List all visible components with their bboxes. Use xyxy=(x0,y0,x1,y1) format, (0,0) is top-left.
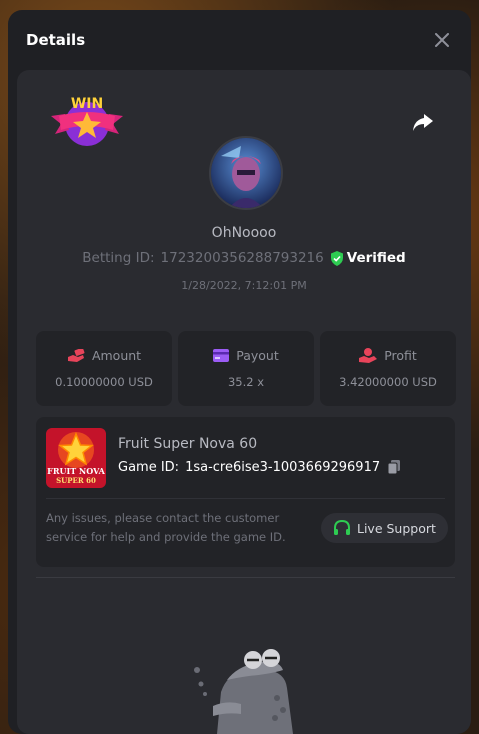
win-badge-text: WIN xyxy=(71,96,103,112)
game-id-label: Game ID: xyxy=(118,459,180,475)
shield-check-icon xyxy=(330,250,343,266)
betting-id-value: 1723200356288793216 xyxy=(160,250,324,266)
stat-card-profit: Profit 3.42000000 USD xyxy=(320,331,456,406)
avatar xyxy=(209,136,283,210)
stat-label: Payout xyxy=(236,348,279,363)
crocodile-mascot-icon xyxy=(194,649,293,734)
copy-button[interactable] xyxy=(386,459,402,475)
stat-card-payout: Payout 35.2 x xyxy=(178,331,314,406)
divider xyxy=(36,577,455,578)
game-id-value: 1sa-cre6ise3-1003669296917 xyxy=(185,459,381,475)
game-id-row: Game ID: 1sa-cre6ise3-1003669296917 xyxy=(118,459,402,475)
stat-label: Profit xyxy=(384,348,417,363)
live-support-label: Live Support xyxy=(357,520,436,536)
money-hand-icon xyxy=(67,348,85,362)
close-button[interactable] xyxy=(431,29,453,51)
stat-value: 0.10000000 USD xyxy=(55,375,153,389)
live-support-button[interactable]: Live Support xyxy=(321,513,448,543)
bet-details-panel: WIN OhNoooo Betting ID: 1723200356288793… xyxy=(17,70,471,734)
username: OhNoooo xyxy=(211,225,277,241)
verified-label: Verified xyxy=(346,250,406,266)
thumb-title-line2: SUPER 60 xyxy=(56,476,96,485)
game-name[interactable]: Fruit Super Nova 60 xyxy=(118,436,257,452)
stat-label: Amount xyxy=(91,348,142,363)
coin-hand-icon xyxy=(359,348,378,363)
game-card: FRUIT NOVA SUPER 60 Fruit Super Nova 60 … xyxy=(36,417,455,567)
details-modal: Details WIN OhNoooo Betting ID: 17232003… xyxy=(8,10,471,734)
win-badge-icon: WIN xyxy=(51,96,123,146)
share-icon[interactable] xyxy=(411,110,435,134)
stat-card-amount: Amount 0.10000000 USD xyxy=(36,331,172,406)
bet-timestamp: 1/28/2022, 7:12:01 PM xyxy=(181,279,307,292)
thumb-title-line1: FRUIT NOVA xyxy=(47,466,106,476)
stat-value: 35.2 x xyxy=(227,375,265,389)
copy-icon xyxy=(387,460,401,475)
headset-icon xyxy=(334,519,350,535)
card-icon xyxy=(213,349,230,362)
stat-value: 3.42000000 USD xyxy=(339,375,437,389)
close-icon xyxy=(435,33,449,47)
game-thumbnail[interactable]: FRUIT NOVA SUPER 60 xyxy=(46,428,106,488)
help-text: Any issues, please contact the customer … xyxy=(46,511,286,544)
modal-title: Details xyxy=(26,31,86,49)
modal-header: Details xyxy=(8,10,471,70)
betting-id-label: Betting ID: xyxy=(82,250,155,266)
divider xyxy=(46,498,445,499)
stats-row: Amount 0.10000000 USD Payout 35.2 x Prof… xyxy=(36,331,456,406)
verified-badge: Verified xyxy=(330,250,406,266)
betting-id-row: Betting ID: 1723200356288793216 Verified xyxy=(17,250,471,266)
